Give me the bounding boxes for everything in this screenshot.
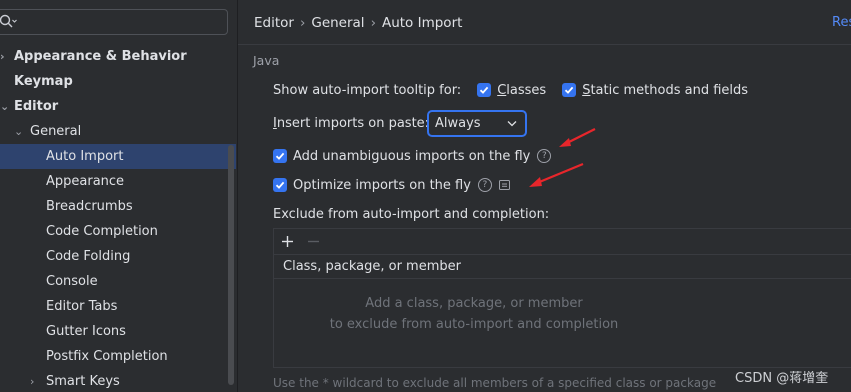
sidebar-scrollbar[interactable] [228, 145, 234, 385]
sidebar-item-breadcrumbs[interactable]: Breadcrumbs [0, 194, 236, 219]
breadcrumb-separator: › [370, 15, 376, 31]
sidebar-item-label: Console [46, 274, 98, 289]
chevron-down-icon[interactable]: ⌄ [14, 119, 24, 144]
sidebar-item-label: Code Completion [46, 224, 158, 239]
chevron-right-icon[interactable]: › [30, 369, 40, 392]
sidebar-item-label: Gutter Icons [46, 324, 126, 339]
breadcrumb: Editor › General › Auto Import [254, 15, 462, 33]
sidebar-item-label: Editor [14, 99, 59, 114]
static-label-rest: tatic methods and fields [590, 82, 749, 98]
settings-tree: › Appearance & Behavior Keymap ⌄ Editor ⌄ Gene… [0, 44, 236, 392]
sidebar-item-label: General [30, 124, 82, 139]
classes-label[interactable]: Classes [497, 83, 546, 98]
sidebar-item-appearance-behavior[interactable]: › Appearance & Behavior [0, 44, 236, 69]
empty-text-line1: Add a class, package, or member [365, 296, 583, 311]
reset-link[interactable]: Res [832, 15, 851, 30]
optimize-row: Optimize imports on the fly ? [273, 176, 510, 194]
sidebar-item-editor[interactable]: ⌄ Editor [0, 94, 236, 119]
breadcrumb-item-current: Auto Import [381, 15, 463, 31]
sidebar-item-console[interactable]: Console [0, 269, 236, 294]
unambiguous-row: Add unambiguous imports on the fly ? [273, 147, 552, 165]
sidebar-item-smart-keys[interactable]: › Smart Keys [0, 369, 236, 392]
optimize-label[interactable]: Optimize imports on the fly [293, 178, 471, 193]
sidebar-item-appearance[interactable]: Appearance [0, 169, 236, 194]
paste-dropdown[interactable]: Always [427, 110, 527, 137]
static-methods-label[interactable]: Static methods and fields [582, 83, 748, 98]
sidebar-item-postfix-completion[interactable]: Postfix Completion [0, 344, 236, 369]
help-icon[interactable]: ? [477, 178, 492, 192]
tooltip-label: Show auto-import tooltip for: [273, 82, 462, 98]
chevron-right-icon[interactable]: › [0, 44, 10, 69]
exclude-list: Class, package, or member Add a class, p… [273, 228, 851, 368]
classes-label-rest: lasses [506, 82, 547, 98]
breadcrumb-item[interactable]: Editor [254, 15, 294, 31]
unambiguous-label[interactable]: Add unambiguous imports on the fly [293, 149, 530, 164]
exclude-title-label: Exclude from auto-import and completion: [273, 206, 550, 222]
watermark-text: CSDN @蒋增奎 [735, 371, 829, 386]
chevron-down-icon[interactable]: ⌄ [0, 94, 10, 119]
sidebar-item-label: Breadcrumbs [46, 199, 133, 214]
sidebar-item-code-completion[interactable]: Code Completion [0, 219, 236, 244]
header-divider [238, 44, 851, 45]
wildcard-hint: Use the * wildcard to exclude all member… [273, 376, 717, 390]
minus-icon[interactable] [307, 235, 320, 248]
sidebar-item-label: Appearance & Behavior [14, 49, 187, 64]
sidebar-item-label: Appearance [46, 174, 125, 189]
exclude-title: Exclude from auto-import and completion: [273, 205, 549, 223]
checkmark-icon [275, 181, 285, 189]
paste-row: Insert imports on paste: [273, 114, 429, 132]
sidebar-item-general[interactable]: ⌄ General [0, 119, 236, 144]
sidebar-item-label: Editor Tabs [46, 299, 118, 314]
sidebar-item-label: Postfix Completion [46, 349, 168, 364]
sidebar-item-gutter-icons[interactable]: Gutter Icons [0, 319, 236, 344]
sidebar-item-auto-import[interactable]: Auto Import [0, 144, 236, 169]
paste-dropdown-value: Always [435, 116, 481, 131]
settings-sidebar: › Appearance & Behavior Keymap ⌄ Editor ⌄ Gene… [0, 0, 238, 392]
classes-checkbox[interactable] [477, 83, 492, 97]
section-title-java: Java [253, 53, 280, 68]
checkmark-icon [565, 86, 574, 94]
exclude-column-header[interactable]: Class, package, or member [274, 255, 851, 279]
search-icon [0, 14, 17, 28]
sidebar-item-label: Keymap [14, 74, 73, 89]
checkmark-icon [480, 86, 489, 94]
sidebar-item-code-folding[interactable]: Code Folding [0, 244, 236, 269]
settings-content: Editor › General › Auto Import Res Java Show… [238, 0, 851, 392]
breadcrumb-separator: › [299, 15, 306, 31]
classes-label-mnemonic: C [497, 82, 507, 98]
annotation-arrow [529, 162, 584, 187]
sidebar-item-label: Code Folding [46, 249, 131, 264]
paste-label: Insert imports on paste: [273, 116, 429, 131]
sidebar-item-label: Auto Import [46, 149, 124, 164]
plus-icon[interactable] [281, 235, 294, 248]
settings-search-input[interactable] [0, 9, 228, 35]
exclude-list-toolbar [274, 229, 851, 255]
optimize-checkbox[interactable] [273, 178, 287, 192]
empty-text-line2: to exclude from auto-import and completi… [329, 317, 619, 332]
project-scope-icon[interactable] [498, 180, 510, 190]
unambiguous-checkbox[interactable] [273, 149, 287, 163]
paste-label-rest: nsert imports on paste: [276, 115, 430, 131]
static-methods-checkbox[interactable] [562, 83, 577, 97]
checkmark-icon [275, 152, 285, 160]
sidebar-item-keymap[interactable]: Keymap [0, 69, 236, 94]
annotation-arrow [559, 128, 596, 147]
tooltip-row: Show auto-import tooltip for: Classes St… [273, 81, 748, 99]
chevron-down-icon [507, 121, 517, 127]
breadcrumb-item[interactable]: General [311, 15, 364, 31]
sidebar-item-editor-tabs[interactable]: Editor Tabs [0, 294, 236, 319]
sidebar-item-label: Smart Keys [46, 374, 120, 389]
